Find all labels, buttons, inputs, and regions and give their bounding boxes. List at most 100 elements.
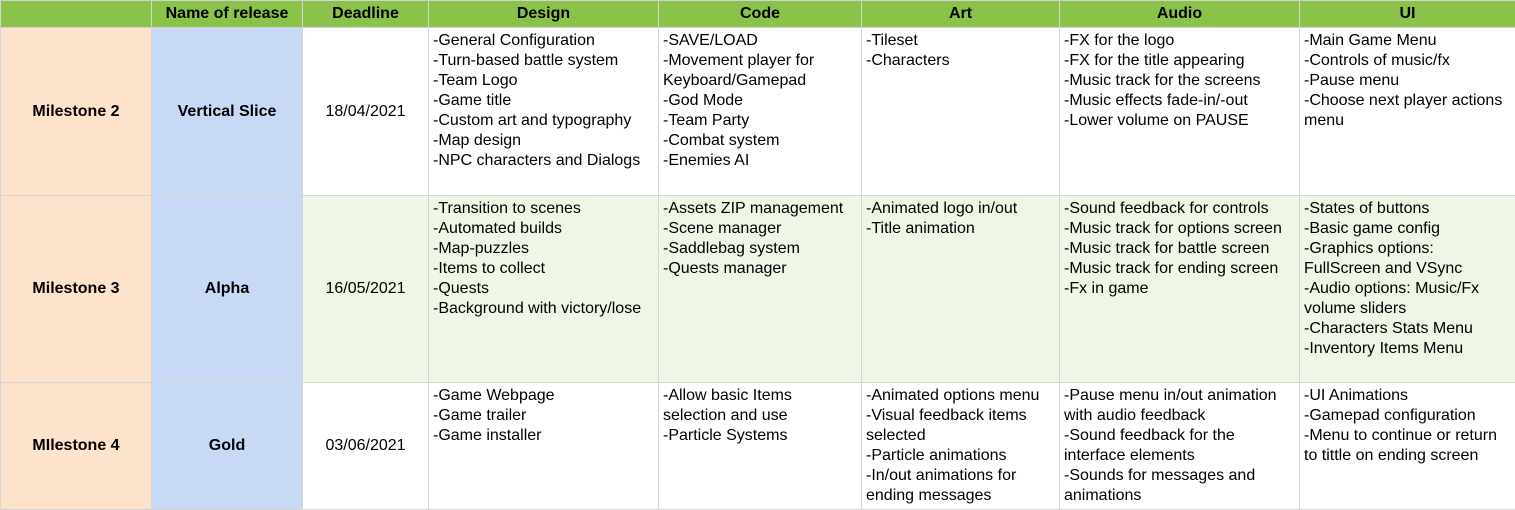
header-audio[interactable]: Audio xyxy=(1060,1,1300,28)
list-item: -Transition to scenes xyxy=(433,199,654,219)
art-cell[interactable]: -Animated logo in/out-Title animation xyxy=(862,196,1060,383)
list-item: -Fx in game xyxy=(1064,279,1295,299)
cell-item-list: -SAVE/LOAD-Movement player for Keyboard/… xyxy=(663,31,857,171)
list-item: -Choose next player actions menu xyxy=(1304,91,1511,131)
list-item: -NPC characters and Dialogs xyxy=(433,151,654,171)
list-item: -Particle animations xyxy=(866,446,1055,466)
design-cell[interactable]: -Game Webpage-Game trailer-Game installe… xyxy=(429,383,659,510)
deadline-cell[interactable]: 18/04/2021 xyxy=(303,28,429,196)
table-row: MIlestone 4 Gold 03/06/2021 -Game Webpag… xyxy=(1,383,1515,510)
milestone-cell[interactable]: MIlestone 4 xyxy=(1,383,152,510)
header-deadline[interactable]: Deadline xyxy=(303,1,429,28)
cell-item-list: -Sound feedback for controls-Music track… xyxy=(1064,199,1295,299)
header-milestone[interactable] xyxy=(1,1,152,28)
cell-item-list: -UI Animations-Gamepad configuration-Men… xyxy=(1304,386,1511,466)
list-item: -God Mode xyxy=(663,91,857,111)
list-item: -Controls of music/fx xyxy=(1304,51,1511,71)
list-item: -Team Party xyxy=(663,111,857,131)
list-item: -Pause menu in/out animation with audio … xyxy=(1064,386,1295,426)
list-item: -Sounds for messages and animations xyxy=(1064,466,1295,506)
list-item: -Map-puzzles xyxy=(433,239,654,259)
ui-cell[interactable]: -UI Animations-Gamepad configuration-Men… xyxy=(1300,383,1515,510)
list-item: -Items to collect xyxy=(433,259,654,279)
list-item: -FX for the logo xyxy=(1064,31,1295,51)
list-item: -Custom art and typography xyxy=(433,111,654,131)
cell-item-list: -Animated logo in/out-Title animation xyxy=(866,199,1055,239)
header-name-of-release[interactable]: Name of release xyxy=(152,1,303,28)
header-art[interactable]: Art xyxy=(862,1,1060,28)
list-item: -Menu to continue or return to tittle on… xyxy=(1304,426,1511,466)
header-design[interactable]: Design xyxy=(429,1,659,28)
list-item: -Inventory Items Menu xyxy=(1304,339,1511,359)
cell-item-list: -Main Game Menu-Controls of music/fx-Pau… xyxy=(1304,31,1511,131)
cell-item-list: -Tileset-Characters xyxy=(866,31,1055,71)
list-item: -Combat system xyxy=(663,131,857,151)
audio-cell[interactable]: -Pause menu in/out animation with audio … xyxy=(1060,383,1300,510)
list-item: -Game Webpage xyxy=(433,386,654,406)
list-item: -Main Game Menu xyxy=(1304,31,1511,51)
list-item: -Team Logo xyxy=(433,71,654,91)
list-item: -Quests manager xyxy=(663,259,857,279)
list-item: -Map design xyxy=(433,131,654,151)
list-item: -Music track for ending screen xyxy=(1064,259,1295,279)
list-item: -Game installer xyxy=(433,426,654,446)
art-cell[interactable]: -Animated options menu-Visual feedback i… xyxy=(862,383,1060,510)
ui-cell[interactable]: -Main Game Menu-Controls of music/fx-Pau… xyxy=(1300,28,1515,196)
milestone-cell[interactable]: Milestone 2 xyxy=(1,28,152,196)
list-item: -Characters xyxy=(866,51,1055,71)
design-cell[interactable]: -General Configuration-Turn-based battle… xyxy=(429,28,659,196)
list-item: -Characters Stats Menu xyxy=(1304,319,1511,339)
list-item: -Game title xyxy=(433,91,654,111)
audio-cell[interactable]: -Sound feedback for controls-Music track… xyxy=(1060,196,1300,383)
list-item: -Sound feedback for the interface elemen… xyxy=(1064,426,1295,466)
list-item: -FX for the title appearing xyxy=(1064,51,1295,71)
list-item: -Pause menu xyxy=(1304,71,1511,91)
list-item: -Animated logo in/out xyxy=(866,199,1055,219)
code-cell[interactable]: -Allow basic Items selection and use-Par… xyxy=(659,383,862,510)
header-ui[interactable]: UI xyxy=(1300,1,1515,28)
list-item: -Allow basic Items selection and use xyxy=(663,386,857,426)
list-item: -Quests xyxy=(433,279,654,299)
list-item: -Tileset xyxy=(866,31,1055,51)
deadline-cell[interactable]: 03/06/2021 xyxy=(303,383,429,510)
list-item: -Lower volume on PAUSE xyxy=(1064,111,1295,131)
art-cell[interactable]: -Tileset-Characters xyxy=(862,28,1060,196)
list-item: -Visual feedback items selected xyxy=(866,406,1055,446)
list-item: -Background with victory/lose xyxy=(433,299,654,319)
list-item: -Animated options menu xyxy=(866,386,1055,406)
header-row: Name of release Deadline Design Code Art… xyxy=(1,1,1515,28)
ui-cell[interactable]: -States of buttons-Basic game config-Gra… xyxy=(1300,196,1515,383)
table-row: Milestone 2 Vertical Slice 18/04/2021 -G… xyxy=(1,28,1515,196)
list-item: -SAVE/LOAD xyxy=(663,31,857,51)
cell-item-list: -FX for the logo-FX for the title appear… xyxy=(1064,31,1295,131)
deadline-cell[interactable]: 16/05/2021 xyxy=(303,196,429,383)
cell-item-list: -Allow basic Items selection and use-Par… xyxy=(663,386,857,446)
list-item: -Sound feedback for controls xyxy=(1064,199,1295,219)
code-cell[interactable]: -SAVE/LOAD-Movement player for Keyboard/… xyxy=(659,28,862,196)
audio-cell[interactable]: -FX for the logo-FX for the title appear… xyxy=(1060,28,1300,196)
header-code[interactable]: Code xyxy=(659,1,862,28)
cell-item-list: -Transition to scenes-Automated builds-M… xyxy=(433,199,654,319)
release-name-cell[interactable]: Vertical Slice xyxy=(152,28,303,196)
list-item: -Automated builds xyxy=(433,219,654,239)
list-item: -Assets ZIP management xyxy=(663,199,857,219)
list-item: -Audio options: Music/Fx volume sliders xyxy=(1304,279,1511,319)
code-cell[interactable]: -Assets ZIP management-Scene manager-Sad… xyxy=(659,196,862,383)
list-item: -In/out animations for ending messages xyxy=(866,466,1055,506)
release-name-cell[interactable]: Gold xyxy=(152,383,303,510)
list-item: -States of buttons xyxy=(1304,199,1511,219)
list-item: -Music track for options screen xyxy=(1064,219,1295,239)
design-cell[interactable]: -Transition to scenes-Automated builds-M… xyxy=(429,196,659,383)
list-item: -Music effects fade-in/-out xyxy=(1064,91,1295,111)
cell-item-list: -Animated options menu-Visual feedback i… xyxy=(866,386,1055,506)
list-item: -Gamepad configuration xyxy=(1304,406,1511,426)
release-name-cell[interactable]: Alpha xyxy=(152,196,303,383)
cell-item-list: -Game Webpage-Game trailer-Game installe… xyxy=(433,386,654,446)
list-item: -Turn-based battle system xyxy=(433,51,654,71)
milestone-cell[interactable]: Milestone 3 xyxy=(1,196,152,383)
table-row: Milestone 3 Alpha 16/05/2021 -Transition… xyxy=(1,196,1515,383)
cell-item-list: -General Configuration-Turn-based battle… xyxy=(433,31,654,171)
list-item: -UI Animations xyxy=(1304,386,1511,406)
list-item: -Title animation xyxy=(866,219,1055,239)
list-item: -Game trailer xyxy=(433,406,654,426)
